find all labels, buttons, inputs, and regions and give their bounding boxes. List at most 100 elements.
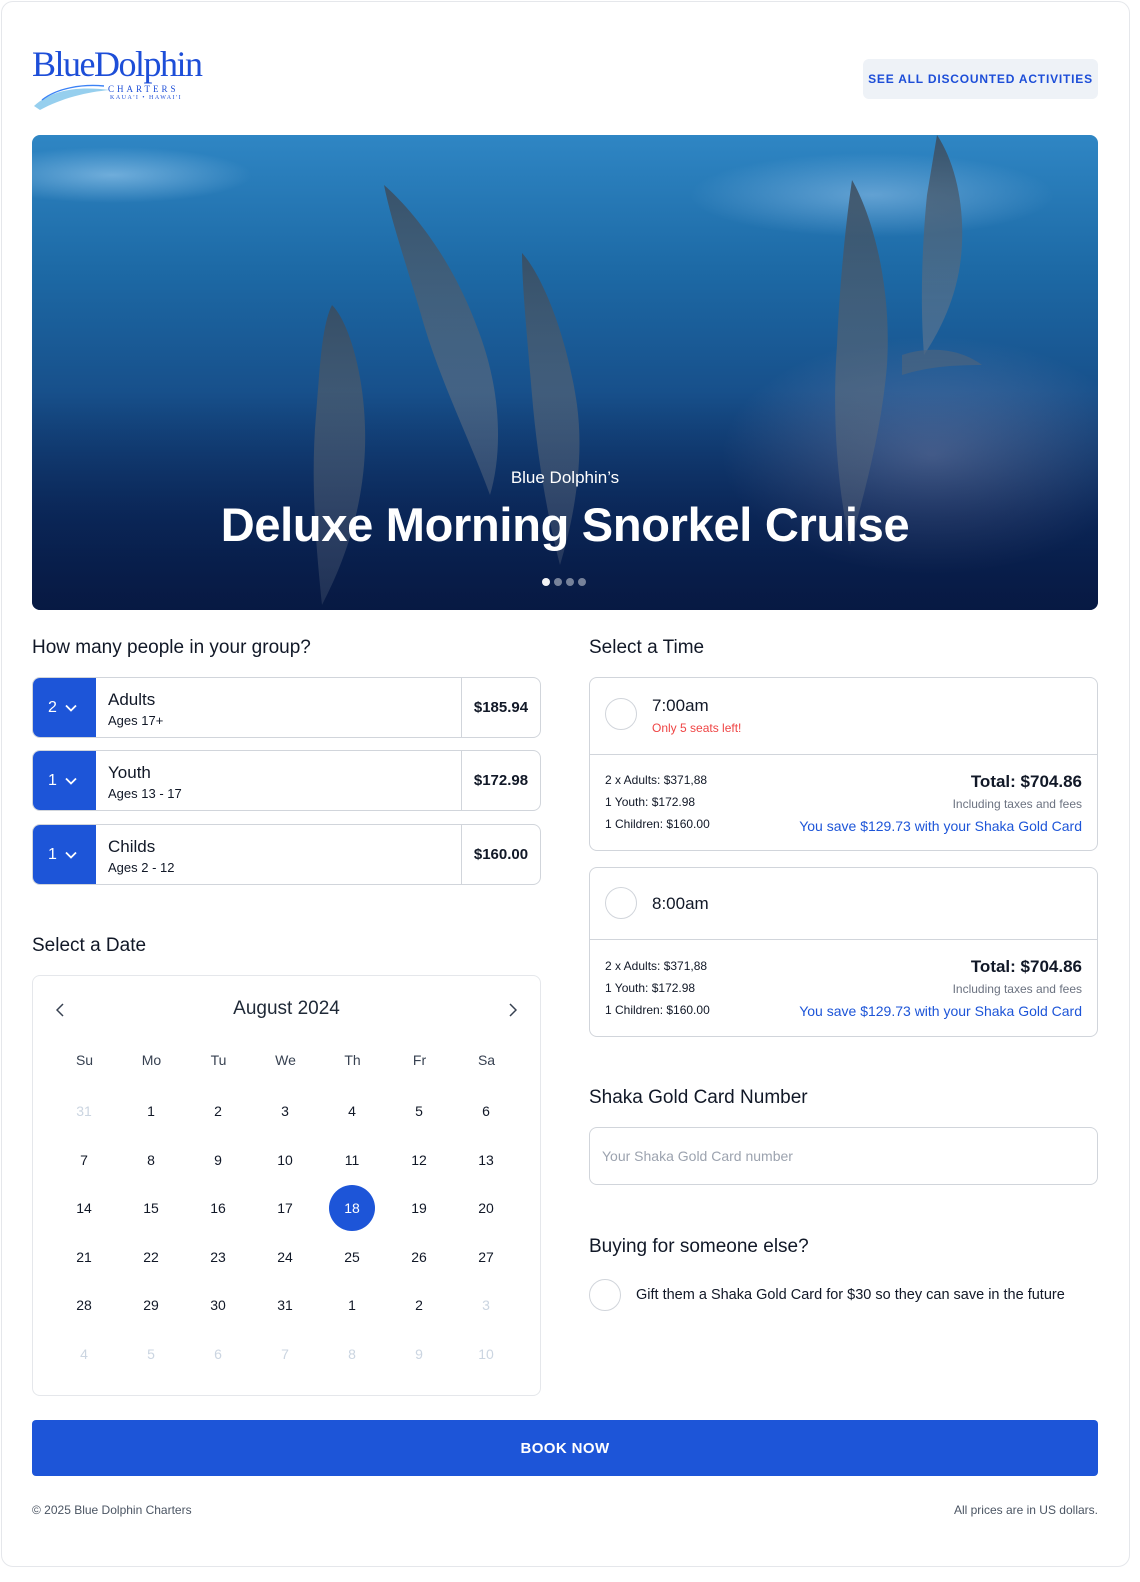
taxes-note: Including taxes and fees [952,982,1082,996]
youth-price: $172.98 [461,751,540,810]
calendar-day[interactable]: 17 [262,1185,308,1231]
carousel-dot[interactable] [554,578,562,586]
price-line-children: 1 Children: $160.00 [605,1003,710,1017]
shaka-savings: You save $129.73 with your Shaka Gold Ca… [799,1003,1082,1019]
taxes-note: Including taxes and fees [952,797,1082,811]
calendar-day: 8 [348,1345,356,1362]
calendar-day[interactable]: 11 [329,1137,375,1183]
childs-quantity-select[interactable]: 1 [33,825,96,884]
youth-ages: Ages 13 - 17 [108,786,182,801]
logo-location: KAUA'I • HAWAI'I [110,95,183,101]
book-now-button[interactable]: BOOK NOW [32,1420,1098,1476]
weekday-header: Fr [412,1052,427,1068]
calendar-day[interactable]: 10 [262,1137,308,1183]
see-discounted-activities-button[interactable]: SEE ALL DISCOUNTED ACTIVITIES [863,59,1098,99]
carousel-dot[interactable] [542,578,550,586]
calendar-day[interactable]: 1 [329,1282,375,1328]
calendar-day: 31 [76,1103,92,1119]
price-line-adults: 2 x Adults: $371,88 [605,959,708,973]
shaka-savings: You save $129.73 with your Shaka Gold Ca… [799,818,1082,834]
calendar-day[interactable]: 16 [195,1185,241,1231]
childs-label: Childs [108,837,156,856]
footer-copyright: © 2025 Blue Dolphin Charters [32,1503,192,1517]
carousel-dot[interactable] [566,578,574,586]
calendar-day[interactable]: 20 [463,1185,509,1231]
calendar-day[interactable]: 12 [396,1137,442,1183]
calendar-day[interactable]: 29 [128,1282,174,1328]
date-section-title: Select a Date [32,935,147,956]
calendar-day[interactable]: 25 [329,1234,375,1280]
total-price: Total: $704.86 [970,957,1082,976]
calendar-day: 6 [214,1345,222,1362]
calendar-day: 3 [482,1297,490,1313]
calendar-day[interactable]: 30 [195,1282,241,1328]
childs-ages: Ages 2 - 12 [108,860,175,875]
price-line-youth: 1 Youth: $172.98 [605,981,696,995]
calendar-day[interactable]: 23 [195,1234,241,1280]
calendar-day[interactable]: 14 [61,1185,107,1231]
calendar-day[interactable]: 13 [463,1137,509,1183]
calendar-day[interactable]: 26 [396,1234,442,1280]
group-row-childs: 1 Childs Ages 2 - 12 $160.00 [32,824,541,885]
calendar-day[interactable]: 4 [329,1088,375,1134]
time-slot-card[interactable]: 8:00am 2 x Adults: $371,88 1 Youth: $172… [589,867,1098,1037]
calendar-day[interactable]: 9 [195,1137,241,1183]
weekday-header: Su [75,1052,94,1068]
calendar-day[interactable]: 2 [396,1282,442,1328]
calendar-day[interactable]: 3 [262,1088,308,1134]
footer-currency-note: All prices are in US dollars. [953,1503,1098,1517]
group-row-youth: 1 Youth Ages 13 - 17 $172.98 [32,750,541,811]
weekday-header: We [275,1052,296,1068]
dolphin-swoosh-icon [34,84,110,110]
time-slot-radio[interactable] [605,887,637,919]
calendar-day[interactable]: 22 [128,1234,174,1280]
next-month-button[interactable] [501,998,525,1022]
calendar-day[interactable]: 1 [128,1088,174,1134]
group-row-adults: 2 Adults Ages 17+ $185.94 [32,677,541,738]
gift-card-radio[interactable] [589,1279,621,1311]
seats-left-warning: Only 5 seats left! [652,721,742,735]
carousel-dots [542,578,586,586]
adults-label: Adults [108,690,156,709]
calendar-day[interactable]: 6 [463,1088,509,1134]
carousel-dot[interactable] [578,578,586,586]
calendar-day: 10 [478,1345,494,1362]
gift-card-label[interactable]: Gift them a Shaka Gold Card for $30 so t… [636,1287,1065,1303]
price-line-adults: 2 x Adults: $371,88 [605,773,708,787]
calendar-day[interactable]: 24 [262,1234,308,1280]
calendar-day-selected[interactable]: 18 [329,1185,375,1231]
calendar-month-label: August 2024 [233,998,340,1019]
calendar-day[interactable]: 2 [195,1088,241,1134]
calendar-day[interactable]: 8 [128,1137,174,1183]
weekday-header: Tu [210,1052,227,1068]
shaka-card-number-input[interactable] [589,1127,1098,1185]
time-slot-time: 7:00am [652,696,709,715]
calendar-day[interactable]: 28 [61,1282,107,1328]
calendar-day[interactable]: 27 [463,1234,509,1280]
calendar-day[interactable]: 19 [396,1185,442,1231]
shaka-section-title: Shaka Gold Card Number [589,1087,808,1108]
divider [590,939,1097,940]
blue-dolphin-logo[interactable]: BlueDolphin CHARTERS KAUA'I • HAWAI'I [32,44,203,114]
hero-banner: Blue Dolphin’s Deluxe Morning Snorkel Cr… [32,135,1098,610]
chevron-right-icon [509,1003,517,1017]
youth-quantity-value: 1 [48,771,57,789]
adults-quantity-select[interactable]: 2 [33,678,96,737]
date-calendar: August 2024 Su Mo Tu We Th Fr Sa 31 1 2 3 4 5 6 7 8 9 10 1… [32,975,541,1396]
time-section-title: Select a Time [589,637,705,658]
calendar-day[interactable]: 7 [61,1137,107,1183]
childs-price: $160.00 [461,825,540,884]
calendar-day[interactable]: 21 [61,1234,107,1280]
logo-subtitle: CHARTERS [108,84,179,94]
calendar-day[interactable]: 31 [262,1282,308,1328]
time-slot-radio[interactable] [605,698,637,730]
calendar-day[interactable]: 5 [396,1088,442,1134]
chevron-down-icon [65,704,77,712]
gift-section-title: Buying for someone else? [589,1236,809,1257]
chevron-down-icon [65,777,77,785]
time-slot-card[interactable]: 7:00am Only 5 seats left! 2 x Adults: $3… [589,677,1098,851]
calendar-day[interactable]: 15 [128,1185,174,1231]
calendar-day: 9 [415,1345,423,1362]
youth-quantity-select[interactable]: 1 [33,751,96,810]
logo-wordmark: BlueDolphin [32,44,203,84]
